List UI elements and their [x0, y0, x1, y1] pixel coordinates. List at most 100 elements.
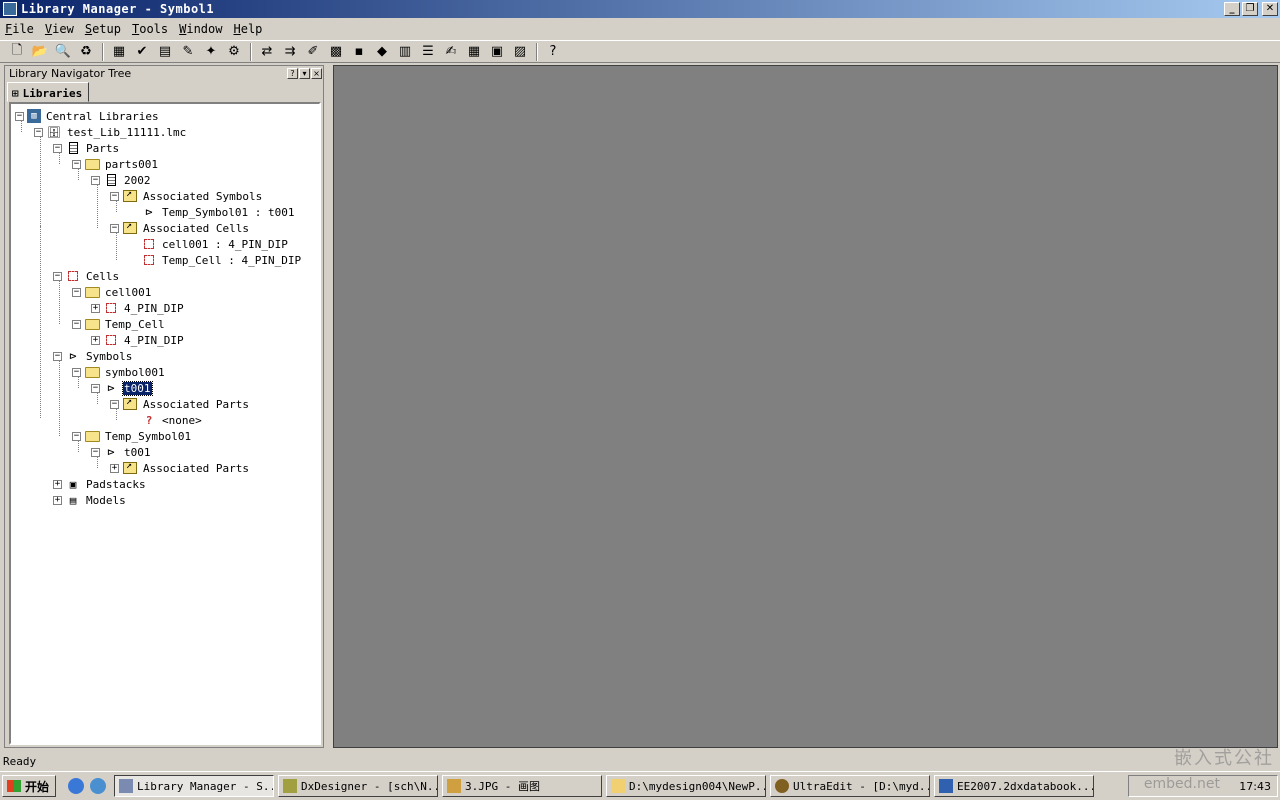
collapse-icon[interactable]: −: [91, 447, 100, 457]
tree-node-temp-cell-ref[interactable]: Temp_Cell : 4_PIN_DIP: [129, 252, 302, 268]
clock[interactable]: 17:43: [1239, 780, 1271, 793]
tree-node-t001-selected[interactable]: − ⊳ t001: [91, 380, 153, 396]
tree-node-symbol001[interactable]: − symbol001: [72, 364, 166, 380]
wizard-icon[interactable]: ✦: [200, 42, 222, 62]
collapse-icon[interactable]: −: [34, 127, 43, 137]
symbol-icon: ⊳: [107, 381, 115, 395]
collapse-icon[interactable]: −: [91, 383, 100, 393]
minimize-button[interactable]: _: [1224, 2, 1240, 16]
collapse-icon[interactable]: −: [110, 399, 119, 409]
collapse-icon[interactable]: −: [72, 431, 81, 441]
menu-tools[interactable]: Tools: [127, 22, 174, 36]
tree-node-associated-cells[interactable]: − Associated Cells: [110, 220, 250, 236]
menu-view[interactable]: View: [40, 22, 80, 36]
signature-icon[interactable]: ✍: [440, 42, 462, 62]
expand-icon[interactable]: +: [110, 463, 119, 473]
library-manager-app-icon[interactable]: [3, 2, 17, 16]
library-navigator-panel: Library Navigator Tree ? ▾ × ⊞ Libraries: [4, 65, 324, 748]
menu-file[interactable]: File: [0, 22, 40, 36]
tree-node-models[interactable]: + ▤ Models: [53, 492, 127, 508]
collapse-icon[interactable]: −: [91, 175, 100, 185]
mdi-workspace[interactable]: [333, 65, 1278, 748]
task-databook[interactable]: EE2007.2dxdatabook...: [934, 775, 1095, 797]
title-bar[interactable]: Library Manager - Symbol1 _ ❐ ✕: [0, 0, 1280, 18]
collapse-icon[interactable]: −: [72, 367, 81, 377]
tree-node-temp-symbol-ref[interactable]: ⊳ Temp_Symbol01 : t001: [129, 204, 295, 220]
open-folder-icon[interactable]: 📂: [29, 42, 51, 62]
collapse-icon[interactable]: −: [53, 351, 62, 361]
refresh-icon[interactable]: ♻: [75, 42, 97, 62]
task-explorer[interactable]: D:\mydesign004\NewP...: [606, 775, 767, 797]
symbol-icon: ⊳: [69, 349, 77, 363]
new-file-icon[interactable]: 🗋: [6, 42, 28, 62]
jedec-icon[interactable]: ▤: [154, 42, 176, 62]
start-button[interactable]: 开始: [2, 775, 57, 797]
tree-node-cells[interactable]: − Cells: [53, 268, 120, 284]
tree-node-cell001-ref[interactable]: cell001 : 4_PIN_DIP: [129, 236, 289, 252]
panel-close-button[interactable]: ×: [311, 68, 322, 79]
tree-node-temp-symbol01[interactable]: − Temp_Symbol01: [72, 428, 192, 444]
tree-node-t001[interactable]: − ⊳ t001: [91, 444, 152, 460]
edit-pencil-icon[interactable]: ✎: [177, 42, 199, 62]
tree-node-cell001-4pindip[interactable]: + 4_PIN_DIP: [91, 300, 185, 316]
task-dxdesigner[interactable]: DxDesigner - [sch\N...: [278, 775, 439, 797]
tree-node-cell001[interactable]: − cell001: [72, 284, 152, 300]
tree-node-symbols[interactable]: − ⊳ Symbols: [53, 348, 133, 364]
grid-icon[interactable]: ▦: [463, 42, 485, 62]
tree-node-associated-parts-2[interactable]: + Associated Parts: [110, 460, 250, 476]
tree-node-temp-cell[interactable]: − Temp_Cell: [72, 316, 166, 332]
ie-icon[interactable]: [68, 778, 85, 794]
settings-gear-icon[interactable]: ⚙: [223, 42, 245, 62]
collapse-icon[interactable]: −: [72, 159, 81, 169]
collapse-icon[interactable]: −: [72, 319, 81, 329]
part-editor-icon[interactable]: ▦: [108, 42, 130, 62]
menu-help[interactable]: Help: [228, 22, 268, 36]
tree-node-none[interactable]: ? <none>: [129, 412, 203, 428]
restore-button[interactable]: ❐: [1242, 2, 1258, 16]
green-cube-icon[interactable]: ◆: [371, 42, 393, 62]
tree-node-associated-parts[interactable]: − Associated Parts: [110, 396, 250, 412]
task-paint[interactable]: 3.JPG - 画图: [442, 775, 603, 797]
browser-icon[interactable]: [90, 778, 107, 794]
collapse-icon[interactable]: −: [110, 223, 119, 233]
panel-help-button[interactable]: ?: [287, 68, 298, 79]
tree-node-part-2002[interactable]: − 2002: [91, 172, 152, 188]
task-ultraedit[interactable]: UltraEdit - [D:\myd...: [770, 775, 931, 797]
tree-node-parts001[interactable]: − parts001: [72, 156, 159, 172]
chip-icon[interactable]: ▣: [486, 42, 508, 62]
transfer-icon[interactable]: ⇉: [279, 42, 301, 62]
preview-icon[interactable]: 🔍: [52, 42, 74, 62]
tree-node-parts[interactable]: − Parts: [53, 140, 120, 156]
tree-node-temp-cell-4pindip[interactable]: + 4_PIN_DIP: [91, 332, 185, 348]
part-icon: [106, 174, 116, 186]
chart-icon[interactable]: ▥: [394, 42, 416, 62]
collapse-icon[interactable]: −: [53, 271, 62, 281]
collapse-icon[interactable]: −: [15, 111, 24, 121]
task-library-manager[interactable]: Library Manager - S...: [114, 775, 275, 797]
panel-pin-button[interactable]: ▾: [299, 68, 310, 79]
sync-icon[interactable]: ⇄: [256, 42, 278, 62]
help-icon[interactable]: ?: [542, 42, 564, 62]
padstack-icon[interactable]: ▩: [325, 42, 347, 62]
list-check-icon[interactable]: ☰: [417, 42, 439, 62]
menu-setup[interactable]: Setup: [80, 22, 127, 36]
collapse-icon[interactable]: −: [110, 191, 119, 201]
property-check-icon[interactable]: ✔: [131, 42, 153, 62]
edit-list-icon[interactable]: ✐: [302, 42, 324, 62]
close-button[interactable]: ✕: [1262, 2, 1278, 16]
report-icon[interactable]: ▨: [509, 42, 531, 62]
expand-icon[interactable]: +: [91, 303, 100, 313]
tree-node-library-file[interactable]: − 🗄 test_Lib_11111.lmc: [34, 124, 187, 140]
collapse-icon[interactable]: −: [53, 143, 62, 153]
expand-icon[interactable]: +: [91, 335, 100, 345]
expand-icon[interactable]: +: [53, 479, 62, 489]
tree-node-central-libraries[interactable]: − ▥ Central Libraries: [15, 108, 160, 124]
tab-libraries[interactable]: ⊞ Libraries: [7, 82, 90, 102]
disabled-grid-icon[interactable]: ▪: [348, 42, 370, 62]
menu-window[interactable]: Window: [174, 22, 228, 36]
tree-node-padstacks[interactable]: + ▣ Padstacks: [53, 476, 147, 492]
collapse-icon[interactable]: −: [72, 287, 81, 297]
tree-node-associated-symbols[interactable]: − Associated Symbols: [110, 188, 263, 204]
library-tree[interactable]: − ▥ Central Libraries − 🗄 test_Lib_11111…: [9, 102, 321, 745]
expand-icon[interactable]: +: [53, 495, 62, 505]
